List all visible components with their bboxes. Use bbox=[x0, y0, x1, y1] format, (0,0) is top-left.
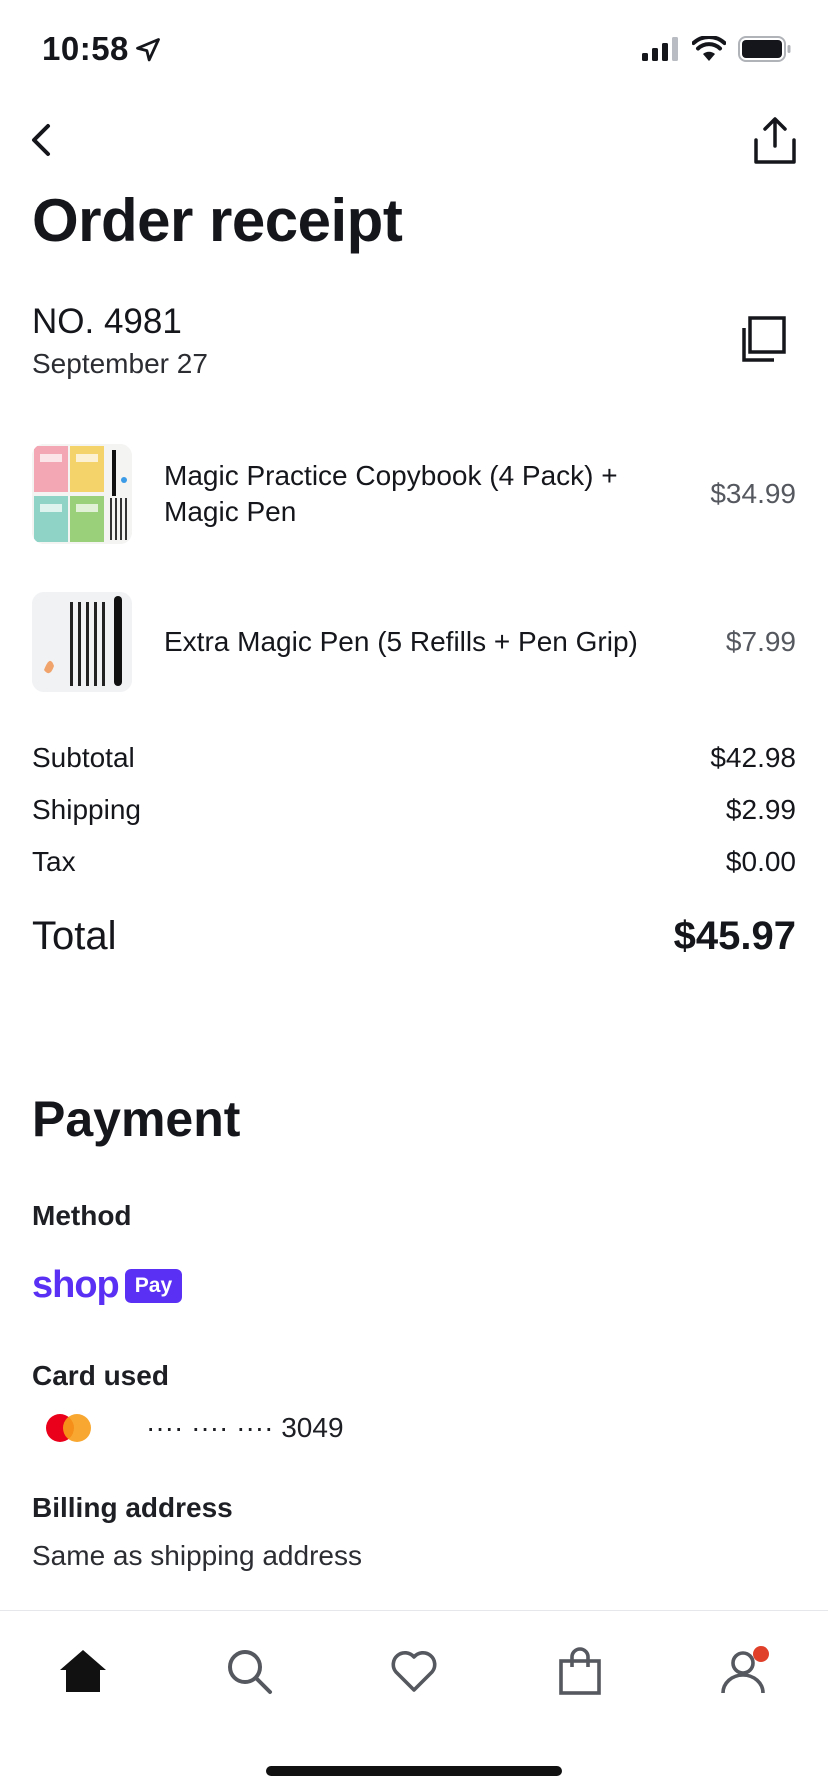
notification-dot bbox=[753, 1646, 769, 1662]
tax-label: Tax bbox=[32, 846, 76, 877]
payment-section-title: Payment bbox=[32, 1091, 241, 1147]
item-price: $34.99 bbox=[710, 478, 796, 509]
product-thumbnail-copybook bbox=[32, 444, 132, 544]
order-number: NO. 4981 bbox=[32, 302, 182, 341]
wifi-icon bbox=[692, 36, 726, 61]
subtotal-row: Subtotal $42.98 bbox=[32, 742, 796, 774]
tab-account[interactable] bbox=[715, 1641, 775, 1701]
total-row: Total $45.97 bbox=[32, 914, 796, 959]
card-used-label: Card used bbox=[32, 1360, 169, 1391]
page-title: Order receipt bbox=[32, 187, 403, 254]
line-item[interactable]: Magic Practice Copybook (4 Pack) + Magic… bbox=[32, 444, 796, 544]
heart-icon bbox=[391, 1651, 437, 1692]
status-bar: 10:58 bbox=[0, 0, 828, 100]
home-icon bbox=[60, 1650, 106, 1692]
tax-row: Tax $0.00 bbox=[32, 846, 796, 878]
item-price: $7.99 bbox=[725, 626, 796, 657]
subtotal-value: $42.98 bbox=[710, 742, 796, 773]
mastercard-icon bbox=[46, 1410, 106, 1446]
total-label: Total bbox=[32, 914, 117, 958]
tab-orders[interactable] bbox=[550, 1641, 610, 1701]
shipping-row: Shipping $2.99 bbox=[32, 794, 796, 826]
shop-pay-pill: Pay bbox=[124, 1268, 183, 1303]
item-name: Extra Magic Pen (5 Refills + Pen Grip) bbox=[164, 626, 638, 657]
status-icons bbox=[642, 36, 792, 62]
home-indicator bbox=[266, 1766, 562, 1776]
tab-bar bbox=[0, 1610, 828, 1792]
search-icon bbox=[228, 1650, 272, 1694]
tax-value: $0.00 bbox=[725, 846, 796, 877]
order-date: September 27 bbox=[32, 348, 208, 379]
battery-icon bbox=[738, 36, 791, 62]
copy-icon[interactable] bbox=[738, 316, 786, 364]
billing-address-value: Same as shipping address bbox=[32, 1540, 362, 1571]
item-name: Magic Practice Copybook (4 Pack) + Magic… bbox=[164, 460, 618, 527]
billing-address-label: Billing address bbox=[32, 1492, 233, 1523]
location-arrow-icon bbox=[136, 38, 160, 62]
profile-icon bbox=[721, 1646, 769, 1694]
method-label: Method bbox=[32, 1200, 132, 1231]
tab-home[interactable] bbox=[53, 1641, 113, 1701]
subtotal-label: Subtotal bbox=[32, 742, 135, 773]
cellular-signal-icon bbox=[642, 37, 678, 61]
status-time: 10:58 bbox=[42, 30, 129, 67]
card-number: ···· ···· ···· 3049 bbox=[146, 1412, 344, 1443]
tab-search[interactable] bbox=[219, 1641, 279, 1701]
shop-pay-logo: shop Pay bbox=[32, 1264, 183, 1307]
bag-icon bbox=[559, 1647, 601, 1695]
shipping-value: $2.99 bbox=[725, 794, 796, 825]
card-row: ···· ···· ···· 3049 bbox=[32, 1410, 344, 1446]
total-value: $45.97 bbox=[673, 914, 796, 958]
share-icon[interactable] bbox=[752, 116, 798, 166]
product-thumbnail-pen bbox=[32, 592, 132, 692]
back-chevron-icon[interactable] bbox=[24, 116, 60, 164]
tab-favorites[interactable] bbox=[384, 1641, 444, 1701]
line-item[interactable]: Extra Magic Pen (5 Refills + Pen Grip) $… bbox=[32, 592, 796, 692]
shop-pay-wordmark: shop bbox=[32, 1264, 120, 1306]
shipping-label: Shipping bbox=[32, 794, 141, 825]
